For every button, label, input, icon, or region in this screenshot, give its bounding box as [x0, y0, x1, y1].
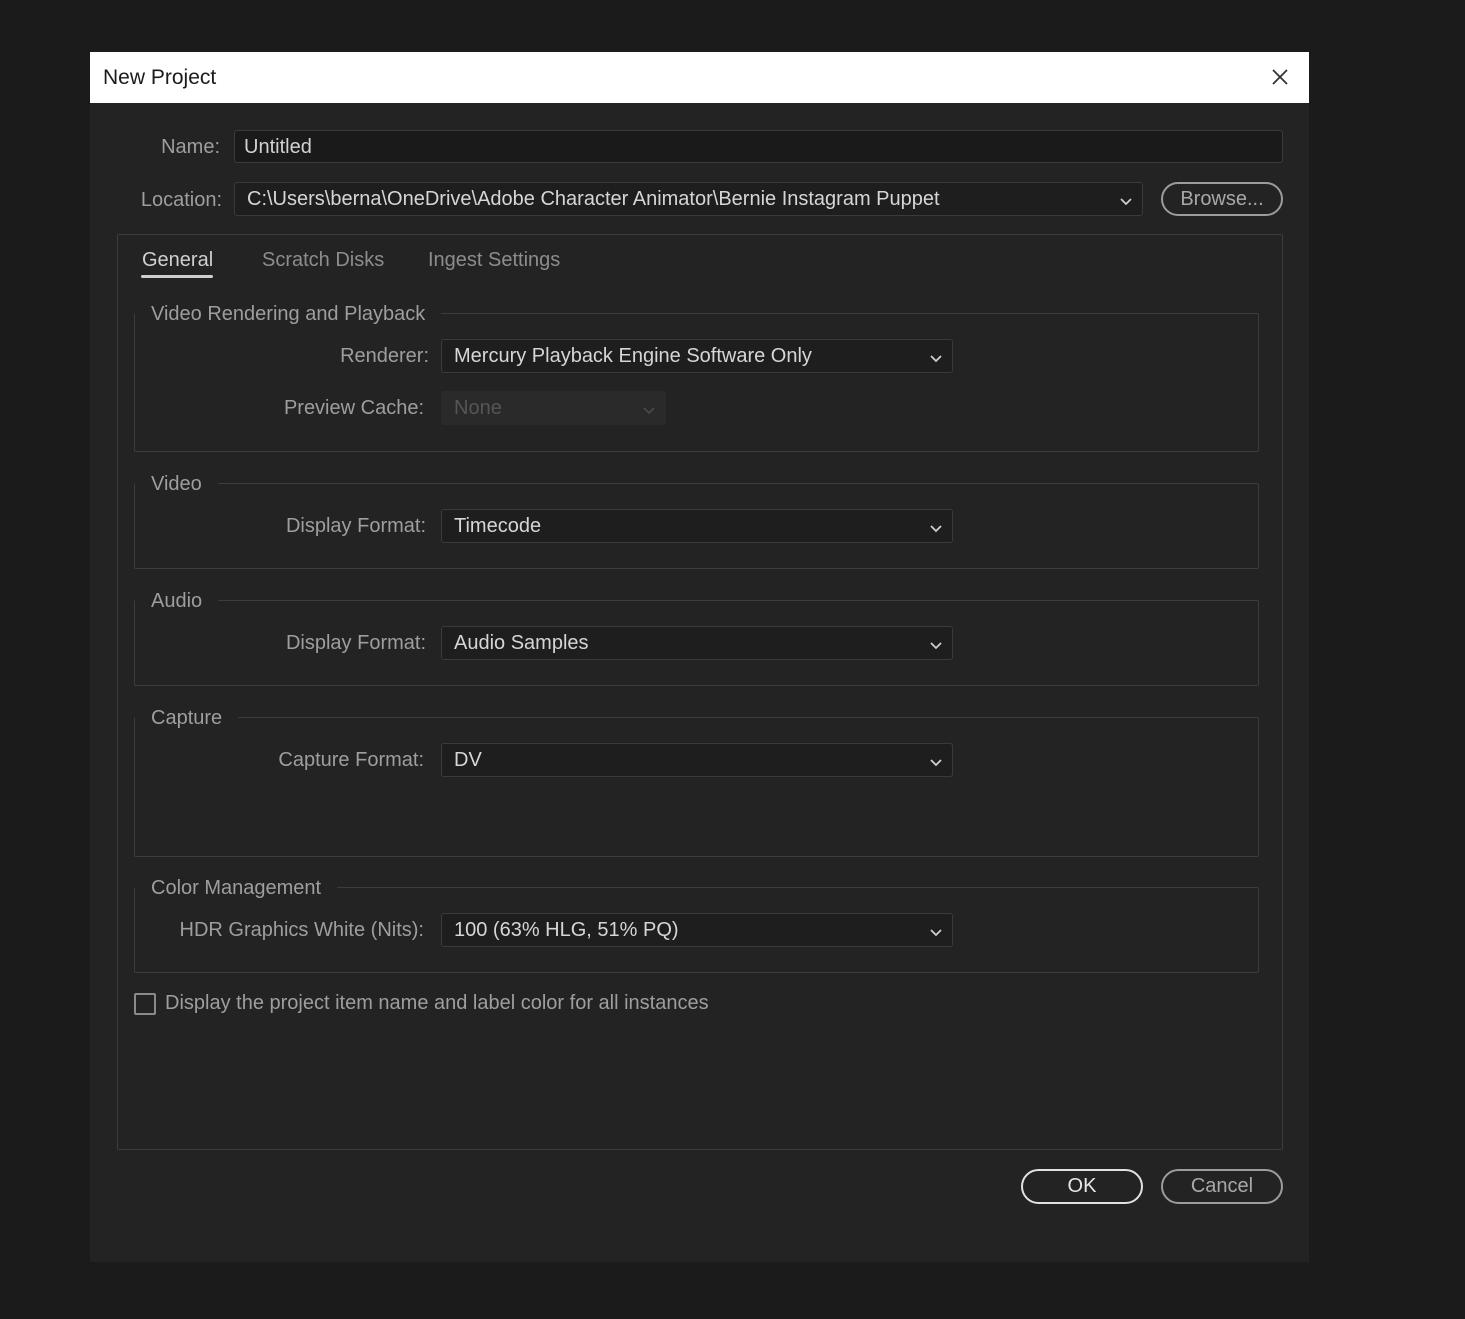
new-project-dialog: New Project Name: Untitled Location: C:\… — [90, 52, 1309, 1262]
renderer-label: Renderer: — [340, 345, 429, 367]
chevron-down-icon — [928, 752, 944, 768]
tab-scratch-disks[interactable]: Scratch Disks — [262, 249, 384, 272]
capture-format-value: DV — [454, 749, 482, 771]
video-rendering-title: Video Rendering and Playback — [135, 303, 442, 326]
capture-format-label: Capture Format: — [278, 749, 424, 771]
ok-button[interactable]: OK — [1021, 1169, 1143, 1204]
location-label: Location: — [140, 189, 222, 211]
settings-panel: General Scratch Disks Ingest Settings Vi… — [117, 234, 1283, 1150]
location-dropdown[interactable]: C:\Users\berna\OneDrive\Adobe Character … — [234, 182, 1143, 216]
active-tab-indicator — [141, 275, 213, 278]
display-label-color-label: Display the project item name and label … — [165, 992, 709, 1014]
video-title: Video — [135, 473, 218, 496]
chevron-down-icon — [928, 518, 944, 534]
audio-title: Audio — [135, 590, 219, 613]
renderer-value: Mercury Playback Engine Software Only — [454, 345, 812, 367]
title-bar: New Project — [90, 52, 1309, 103]
chevron-down-icon — [928, 635, 944, 651]
chevron-down-icon — [928, 922, 944, 938]
renderer-dropdown[interactable]: Mercury Playback Engine Software Only — [441, 339, 953, 373]
display-label-color-checkbox[interactable] — [134, 993, 156, 1015]
audio-display-format-label: Display Format: — [285, 632, 426, 654]
close-icon[interactable] — [1267, 64, 1293, 90]
cancel-button[interactable]: Cancel — [1161, 1169, 1283, 1204]
chevron-down-icon — [928, 348, 944, 364]
preview-cache-dropdown: None — [441, 391, 666, 425]
color-management-title: Color Management — [135, 877, 338, 900]
tab-ingest-settings[interactable]: Ingest Settings — [428, 249, 560, 272]
location-value: C:\Users\berna\OneDrive\Adobe Character … — [247, 188, 940, 210]
tab-general[interactable]: General — [142, 249, 213, 272]
hdr-white-dropdown[interactable]: 100 (63% HLG, 51% PQ) — [441, 913, 953, 947]
video-display-format-value: Timecode — [454, 515, 542, 537]
video-display-format-dropdown[interactable]: Timecode — [441, 509, 953, 543]
hdr-white-value: 100 (63% HLG, 51% PQ) — [454, 919, 679, 941]
chevron-down-icon — [641, 400, 657, 416]
chevron-down-icon — [1118, 191, 1134, 207]
preview-cache-value: None — [454, 397, 502, 419]
browse-button[interactable]: Browse... — [1161, 182, 1283, 216]
capture-title: Capture — [135, 707, 239, 730]
hdr-white-label: HDR Graphics White (Nits): — [179, 919, 424, 941]
preview-cache-label: Preview Cache: — [283, 397, 424, 419]
video-rendering-group — [134, 313, 1259, 452]
audio-display-format-dropdown[interactable]: Audio Samples — [441, 626, 953, 660]
video-display-format-label: Display Format: — [285, 515, 426, 537]
audio-display-format-value: Audio Samples — [454, 632, 589, 654]
name-label: Name: — [161, 136, 220, 158]
capture-format-dropdown[interactable]: DV — [441, 743, 953, 777]
name-input[interactable]: Untitled — [234, 130, 1283, 163]
dialog-title: New Project — [103, 66, 217, 89]
capture-group — [134, 717, 1259, 857]
